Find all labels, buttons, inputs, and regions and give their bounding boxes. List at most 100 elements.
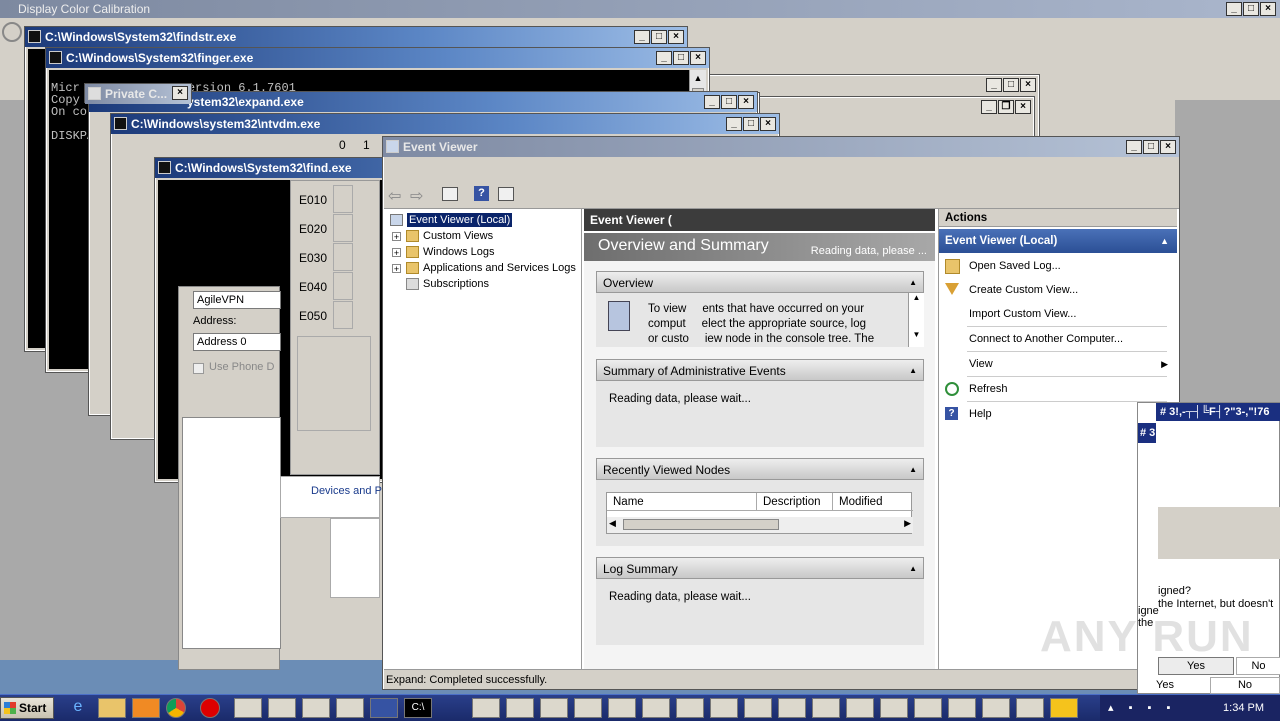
expand-icon[interactable]: + — [392, 231, 401, 241]
close-icon[interactable]: × — [690, 51, 706, 65]
maximize-icon[interactable]: □ — [1003, 78, 1019, 92]
app-icon[interactable] — [710, 698, 738, 718]
column-header-name[interactable]: Name — [607, 493, 757, 511]
yes-button-2[interactable]: Yes — [1156, 677, 1206, 694]
maximize-icon[interactable]: □ — [1143, 140, 1159, 154]
app-icon[interactable] — [880, 698, 908, 718]
minimize-icon[interactable]: _ — [704, 95, 720, 109]
grid-cell[interactable] — [333, 272, 353, 300]
app-icon[interactable] — [744, 698, 772, 718]
close-icon[interactable]: × — [1015, 100, 1031, 114]
maximize-icon[interactable]: □ — [743, 117, 759, 131]
maximize-icon[interactable]: □ — [651, 30, 667, 44]
notepad-icon[interactable] — [234, 698, 262, 718]
findstr-title-bar[interactable]: C:\Windows\System32\findstr.exe — [25, 27, 687, 47]
collapse-icon[interactable]: ▲ — [909, 360, 917, 382]
finger-title-bar[interactable]: C:\Windows\System32\finger.exe — [46, 48, 709, 68]
opera-icon[interactable] — [200, 698, 220, 718]
collapse-icon[interactable]: ▲ — [1160, 229, 1169, 253]
app-icon[interactable] — [574, 698, 602, 718]
start-button[interactable]: Start — [0, 697, 54, 719]
scroll-up-icon[interactable]: ▲ — [690, 70, 706, 86]
maximize-icon[interactable]: □ — [673, 51, 689, 65]
action-refresh[interactable]: Refresh — [939, 378, 1176, 400]
horizontal-scrollbar[interactable]: ◀ ▶ — [607, 517, 913, 533]
minimize-icon[interactable]: _ — [634, 30, 650, 44]
action-import-custom-view[interactable]: Import Custom View... — [939, 303, 1176, 325]
grid-cell[interactable] — [333, 214, 353, 242]
app-icon[interactable] — [302, 698, 330, 718]
clock[interactable]: 1:34 PM — [1223, 695, 1264, 721]
app-icon[interactable] — [1016, 698, 1044, 718]
event-viewer-title-bar[interactable]: Event Viewer — [383, 137, 1179, 157]
ntvdm-title-bar[interactable]: C:\Windows\system32\ntvdm.exe — [111, 114, 779, 134]
scroll-left-icon[interactable]: ◀ — [609, 518, 616, 529]
collapse-icon[interactable]: ▲ — [909, 558, 917, 580]
tree-item-custom-views[interactable]: + Custom Views — [392, 228, 493, 244]
tray-icons[interactable]: ▴ ▪ ▪ ▪ — [1108, 695, 1176, 721]
forward-icon[interactable]: ⇨ — [410, 186, 423, 206]
dialog-title-bar-2[interactable]: # 3 — [1138, 423, 1156, 443]
properties-icon[interactable] — [498, 187, 514, 201]
maximize-icon[interactable]: □ — [721, 95, 737, 109]
event-viewer-task-icon[interactable] — [370, 698, 398, 718]
scroll-up-icon[interactable]: ▲ — [909, 293, 924, 302]
app-icon[interactable] — [914, 698, 942, 718]
recent-section-header[interactable]: Recently Viewed Nodes ▲ — [596, 458, 924, 480]
show-hide-tree-icon[interactable] — [442, 187, 458, 201]
tree-item-event-viewer-local[interactable]: Event Viewer (Local) — [390, 212, 513, 228]
address-field[interactable]: Address 0 — [193, 333, 281, 351]
minimize-icon[interactable]: _ — [656, 51, 672, 65]
close-icon[interactable]: × — [738, 95, 754, 109]
close-icon[interactable]: × — [1160, 140, 1176, 154]
collapse-icon[interactable]: ▲ — [909, 272, 917, 294]
scroll-right-icon[interactable]: ▶ — [904, 518, 911, 529]
close-icon[interactable]: × — [172, 86, 188, 100]
minimize-icon[interactable]: _ — [1226, 2, 1242, 16]
grid-cell[interactable] — [333, 243, 353, 271]
use-phone-checkbox[interactable] — [193, 363, 204, 374]
help-icon[interactable]: ? — [474, 186, 489, 201]
action-open-saved-log[interactable]: Open Saved Log... — [939, 255, 1176, 277]
close-icon[interactable]: × — [1020, 78, 1036, 92]
column-header-description[interactable]: Description — [757, 493, 833, 511]
minimize-icon[interactable]: _ — [1126, 140, 1142, 154]
minimize-icon[interactable]: _ — [986, 78, 1002, 92]
info-icon[interactable] — [982, 698, 1010, 718]
back-icon[interactable]: ⇦ — [388, 186, 401, 206]
app-icon[interactable] — [540, 698, 568, 718]
close-icon[interactable]: × — [760, 117, 776, 131]
close-icon[interactable]: × — [668, 30, 684, 44]
tree-item-subscriptions[interactable]: Subscriptions — [406, 276, 489, 292]
minimize-icon[interactable]: _ — [981, 100, 997, 114]
app-icon[interactable] — [268, 698, 296, 718]
app-icon[interactable] — [778, 698, 806, 718]
minimize-icon[interactable]: _ — [726, 117, 742, 131]
devices-label[interactable]: Devices and P — [311, 485, 382, 497]
close-icon[interactable]: × — [1260, 2, 1276, 16]
calibration-title-bar[interactable]: Display Color Calibration — [0, 0, 1280, 18]
scroll-thumb[interactable] — [623, 519, 779, 530]
collapse-icon[interactable]: ▲ — [909, 459, 917, 481]
media-player-icon[interactable] — [132, 698, 160, 718]
restore-icon[interactable]: ❐ — [998, 100, 1014, 114]
app-icon[interactable] — [846, 698, 874, 718]
app-icon[interactable] — [812, 698, 840, 718]
search-icon[interactable] — [676, 698, 704, 718]
action-connect-another-computer[interactable]: Connect to Another Computer... — [939, 328, 1176, 350]
summary-section-header[interactable]: Summary of Administrative Events ▲ — [596, 359, 924, 381]
actions-group-header[interactable]: Event Viewer (Local) ▲ — [939, 229, 1177, 253]
grid-cell[interactable] — [333, 185, 353, 213]
overview-section-header[interactable]: Overview ▲ — [596, 271, 924, 293]
explorer-icon[interactable] — [98, 698, 126, 718]
no-button-2[interactable]: No — [1210, 677, 1280, 694]
maximize-icon[interactable]: □ — [1243, 2, 1259, 16]
chrome-icon[interactable] — [166, 698, 186, 718]
app-icon[interactable] — [948, 698, 976, 718]
log-summary-section-header[interactable]: Log Summary ▲ — [596, 557, 924, 579]
overview-scrollbar[interactable]: ▲ ▼ — [908, 293, 924, 347]
scroll-down-icon[interactable]: ▼ — [909, 330, 924, 339]
tree-item-applications-services-logs[interactable]: + Applications and Services Logs — [392, 260, 576, 276]
app-icon[interactable] — [506, 698, 534, 718]
console-task-icon[interactable]: C:\ — [404, 698, 432, 718]
